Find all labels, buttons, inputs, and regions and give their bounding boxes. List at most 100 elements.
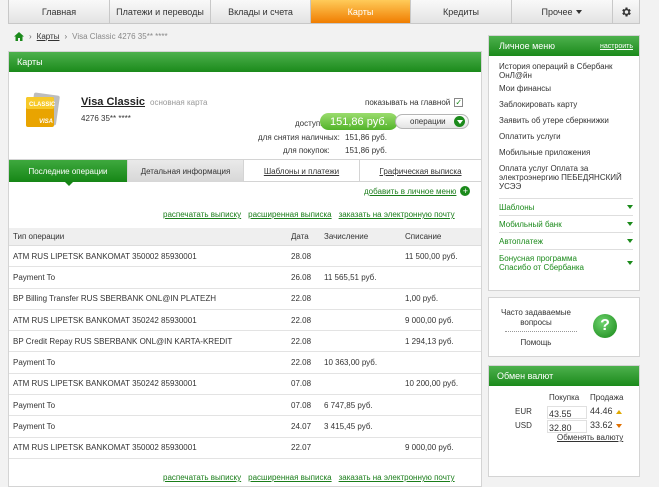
cell-date: 22.08	[291, 358, 312, 368]
card-name-link[interactable]: Visa Classic	[81, 96, 145, 108]
card-tabs: Последние операции Детальная информация …	[9, 159, 481, 182]
fx-buy-value: 32.80	[547, 420, 587, 433]
show-on-main-checkbox[interactable]: ✓	[454, 98, 464, 107]
statement-links-bottom: распечатать выписку расширенная выписка …	[163, 473, 455, 482]
table-row[interactable]: ATM RUS LIPETSK BANKOMAT 350242 85930001…	[9, 310, 481, 332]
exchange-currency-link[interactable]: Обменять валюту	[557, 433, 623, 442]
tab-templates[interactable]: Шаблоны и платежи	[244, 160, 360, 182]
cell-operation-type: Payment To	[13, 422, 56, 432]
accordion-templates-label: Шаблоны	[499, 202, 535, 212]
cell-debit: 9 000,00 руб.	[405, 443, 454, 453]
menu-item-block-card[interactable]: Заблокировать карту	[489, 100, 639, 116]
question-icon[interactable]: ?	[593, 314, 617, 338]
col-debit: Списание	[405, 232, 442, 241]
add-to-personal-menu[interactable]: добавить в личное меню +	[364, 186, 471, 196]
table-row[interactable]: Payment To 22.08 10 363,00 руб.	[9, 352, 481, 374]
nav-payments[interactable]: Платежи и переводы	[110, 0, 211, 23]
cell-operation-type: ATM RUS LIPETSK BANKOMAT 350242 85930001	[13, 315, 197, 325]
accordion-templates[interactable]: Шаблоны	[499, 198, 633, 215]
table-row[interactable]: Payment To 07.08 6 747,85 руб.	[9, 395, 481, 417]
chevron-down-icon	[627, 239, 633, 243]
table-header: Тип операции Дата Зачисление Списание	[9, 228, 481, 246]
cell-date: 22.08	[291, 294, 312, 304]
fx-sell-value: 33.62	[590, 420, 622, 430]
arrow-down-icon	[615, 424, 622, 428]
chevron-down-icon	[576, 9, 583, 14]
fx-buy-value: 43.55	[547, 406, 587, 419]
fx-header: Обмен валют	[489, 366, 639, 386]
table-row[interactable]: Payment To 24.07 3 415,45 руб.	[9, 416, 481, 438]
cell-debit: 11 500,00 руб.	[405, 251, 458, 261]
cell-date: 28.08	[291, 251, 312, 261]
accordion-autopay[interactable]: Автоплатеж	[499, 232, 633, 249]
nav-credits[interactable]: Кредиты	[411, 0, 512, 23]
nav-cards[interactable]: Карты	[311, 0, 411, 23]
operations-table: Тип операции Дата Зачисление Списание AT…	[9, 228, 481, 459]
email-order-link[interactable]: заказать на электронную почту	[339, 473, 455, 482]
menu-item-my-finances[interactable]: Мои финансы	[489, 84, 639, 100]
table-row[interactable]: ATM RUS LIPETSK BANKOMAT 350002 85930001…	[9, 438, 481, 459]
cell-date: 24.07	[291, 422, 312, 432]
breadcrumb-cards[interactable]: Карты	[37, 32, 60, 41]
home-icon[interactable]	[14, 31, 24, 41]
tab-detailed-info[interactable]: Детальная информация	[128, 160, 244, 182]
menu-item-history[interactable]: История операций в Сбербанк ОнЛ@йн	[489, 62, 639, 84]
table-row[interactable]: ATM RUS LIPETSK BANKOMAT 350242 85930001…	[9, 374, 481, 396]
cell-debit: 9 000,00 руб.	[405, 315, 454, 325]
purchase-label: для покупок:	[283, 146, 330, 155]
personal-menu-settings-link[interactable]: настроить	[600, 43, 633, 50]
nav-other[interactable]: Прочее	[512, 0, 613, 23]
extended-statement-link[interactable]: расширенная выписка	[248, 210, 331, 219]
email-order-link[interactable]: заказать на электронную почту	[339, 210, 455, 219]
personal-menu-title: Личное меню	[499, 41, 556, 51]
cell-operation-type: Payment To	[13, 400, 56, 410]
gear-icon	[622, 7, 631, 16]
card-image[interactable]: CLASSIC VISA	[23, 92, 61, 130]
extended-statement-link[interactable]: расширенная выписка	[248, 473, 331, 482]
nav-deposits[interactable]: Вклады и счета	[211, 0, 311, 23]
primary-card-label: основная карта	[150, 98, 208, 107]
tab-graphic-statement[interactable]: Графическая выписка	[360, 160, 481, 182]
settings-button[interactable]	[613, 0, 639, 23]
accordion-bonus-program[interactable]: Бонусная программа Спасибо от Сбербанка	[499, 249, 633, 275]
purchase-value: 151,86 руб.	[345, 146, 387, 155]
col-operation-type: Тип операции	[13, 232, 65, 241]
nav-other-label: Прочее	[541, 6, 573, 17]
currency-exchange: Обмен валют Покупка Продажа EUR 43.55 44…	[488, 365, 640, 477]
chevron-down-icon	[454, 116, 465, 127]
cell-date: 07.08	[291, 379, 312, 389]
print-statement-link[interactable]: распечатать выписку	[163, 473, 241, 482]
menu-item-mobile-apps[interactable]: Мобильные приложения	[489, 148, 639, 164]
accordion-mobile-bank[interactable]: Мобильный банк	[499, 215, 633, 232]
table-row[interactable]: Payment To 26.08 11 565,51 руб.	[9, 267, 481, 289]
print-statement-link[interactable]: распечатать выписку	[163, 210, 241, 219]
fx-sell-header: Продажа	[590, 393, 624, 402]
breadcrumb: › Карты › Visa Classic 4276 35** ****	[14, 30, 168, 42]
show-on-main-option[interactable]: показывать на главной ✓	[365, 98, 464, 107]
card-image-label: CLASSIC	[29, 102, 56, 108]
tab-recent-operations[interactable]: Последние операции	[9, 160, 128, 182]
cell-operation-type: BP Billing Transfer RUS SBERBANK ONL@IN …	[13, 294, 216, 304]
personal-menu: Личное меню настроить История операций в…	[488, 35, 640, 291]
chevron-right-icon: ›	[29, 31, 32, 41]
nav-home[interactable]: Главная	[9, 0, 110, 23]
cell-operation-type: BP Credit Repay RUS SBERBANK ONL@IN KART…	[13, 336, 233, 346]
operations-label: операции	[410, 117, 446, 126]
chevron-right-icon: ›	[64, 31, 68, 41]
cash-value: 151,86 руб.	[345, 133, 387, 142]
cell-operation-type: Payment To	[13, 272, 56, 282]
faq-title[interactable]: Часто задаваемые вопросы	[499, 308, 573, 328]
cell-date: 22.08	[291, 336, 312, 346]
chevron-down-icon	[627, 260, 633, 265]
cell-credit: 3 415,45 руб.	[324, 422, 373, 432]
plus-icon: +	[460, 186, 471, 196]
menu-item-lost-passbook[interactable]: Заявить об утере сберкнижки	[489, 116, 639, 132]
menu-item-electricity-payment[interactable]: Оплата услуг Оплата за электроэнергию ПЕ…	[489, 164, 639, 198]
table-row[interactable]: ATM RUS LIPETSK BANKOMAT 350002 85930001…	[9, 246, 481, 268]
fx-sell-value-text: 44.46	[590, 406, 613, 416]
menu-item-pay-services[interactable]: Оплатить услуги	[489, 132, 639, 148]
help-link[interactable]: Помощь	[499, 338, 573, 347]
table-row[interactable]: BP Credit Repay RUS SBERBANK ONL@IN KART…	[9, 331, 481, 353]
table-row[interactable]: BP Billing Transfer RUS SBERBANK ONL@IN …	[9, 289, 481, 310]
operations-button[interactable]: операции	[395, 114, 469, 129]
